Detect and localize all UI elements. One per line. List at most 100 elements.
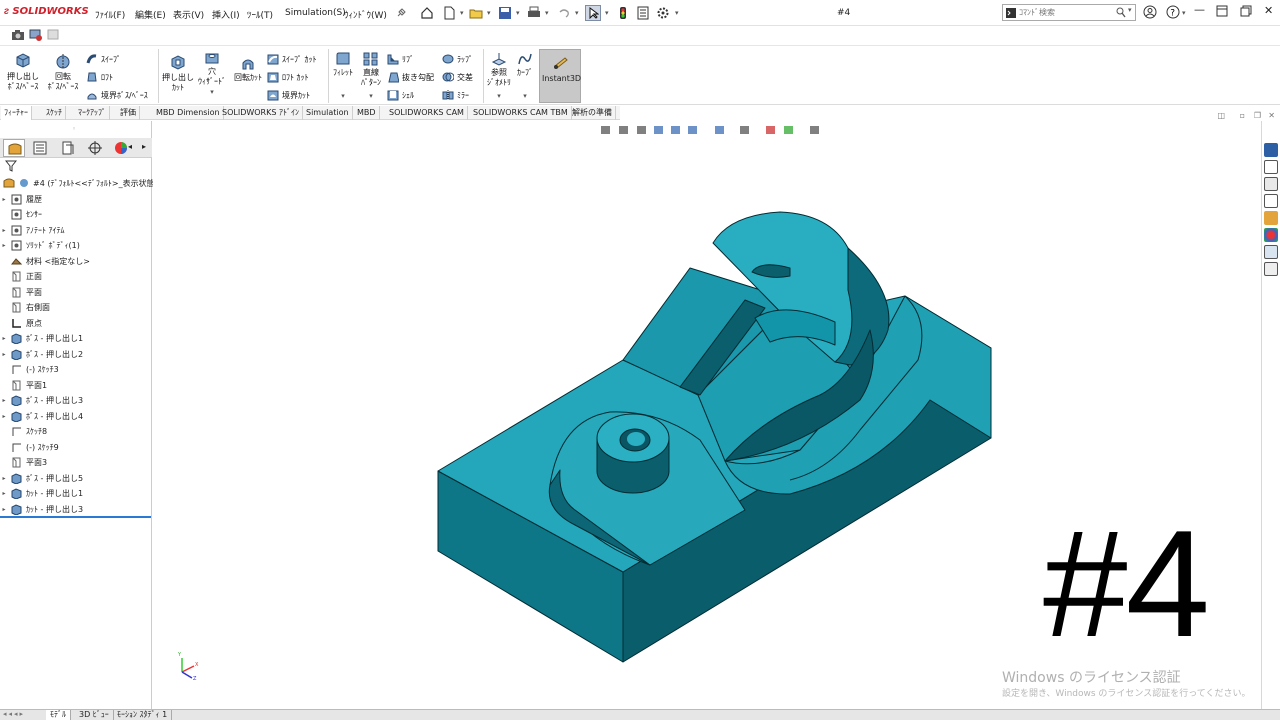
wrap-button[interactable]: ﾗｯﾌﾟ [442, 53, 473, 65]
tree-item[interactable]: ▸ ｶｯﾄ - 押し出し3 [0, 502, 83, 516]
command-search[interactable]: ▾ [1002, 4, 1136, 21]
expand-arrow-icon[interactable]: ▸ [0, 413, 8, 420]
chevron-down-icon[interactable]: ▾ [675, 9, 679, 17]
tab-scroll-arrows[interactable]: ◂◂◂▸ [3, 710, 25, 718]
instant3d-button[interactable]: Instant3D [539, 49, 581, 103]
file-explorer-icon[interactable] [1264, 194, 1278, 208]
menu-item[interactable]: ﾂｰﾙ(T) [247, 8, 273, 21]
expand-arrow-icon[interactable]: ▸ [0, 490, 8, 497]
rebuild-traffic-light-icon[interactable] [615, 5, 631, 21]
sweep-button[interactable]: ｽｲｰﾌﾟ [86, 53, 121, 65]
chevron-down-icon[interactable]: ▾ [487, 9, 491, 17]
bottom-tab[interactable]: ﾓﾃﾞﾙ [46, 710, 71, 720]
boundary-boss-button[interactable]: 境界ﾎﾞｽ/ﾍﾞｰｽ [86, 89, 148, 101]
sweep-cut-button[interactable]: ｽｲｰﾌﾟ ｶｯﾄ [267, 53, 317, 65]
tree-item[interactable]: ▸ ｿﾘｯﾄﾞ ﾎﾞﾃﾞｨ(1) [0, 239, 80, 253]
help-icon[interactable]: ? [1166, 5, 1180, 22]
file-properties-icon[interactable] [635, 5, 651, 21]
tab-command-manager[interactable]: SOLIDWORKS CAM [386, 106, 468, 120]
record-icon[interactable] [47, 29, 61, 44]
expand-arrow-icon[interactable]: ▸ [0, 196, 8, 203]
tree-item[interactable]: 原点 [0, 316, 42, 330]
tree-item[interactable]: ▸ ｱﾉﾃｰﾄ ｱｲﾃﾑ [0, 223, 65, 237]
feature-manager-tab[interactable] [3, 139, 25, 157]
tree-item[interactable]: ｾﾝｻｰ [0, 208, 42, 222]
bottom-tab[interactable]: ﾓｰｼｮﾝ ｽﾀﾃﾞｨ 1 [113, 710, 173, 720]
screen-capture-icon[interactable] [29, 29, 43, 44]
tree-item[interactable]: 平面 [0, 285, 42, 299]
home-icon[interactable] [1264, 160, 1278, 174]
tree-item[interactable]: 材料 <指定なし> [0, 254, 90, 268]
appearances-icon[interactable] [1264, 228, 1278, 242]
tree-item[interactable]: ▸ ﾎﾞｽ - 押し出し3 [0, 394, 83, 408]
tab-command-manager[interactable]: MBD [354, 106, 380, 120]
tab-command-manager[interactable]: SOLIDWORKS ｱﾄﾞｲﾝ [219, 106, 303, 120]
menu-item[interactable]: Simulation(S) [285, 8, 346, 18]
maximize-icon[interactable] [1240, 5, 1252, 20]
restore-view-icon[interactable]: ▫ [1240, 111, 1245, 120]
minimize-icon[interactable]: — [1194, 3, 1205, 16]
property-manager-tab[interactable] [33, 141, 47, 158]
expand-arrow-icon[interactable]: ▸ [0, 335, 8, 342]
tree-item[interactable]: 正面 [0, 270, 42, 284]
linear-pattern-button[interactable]: 直線 ﾊﾟﾀｰﾝ ▾ [357, 52, 385, 101]
expand-arrow-icon[interactable]: ▸ [0, 506, 8, 513]
chevron-left-icon[interactable]: ◂ [128, 142, 132, 151]
search-icon[interactable] [1116, 7, 1126, 21]
close-view-icon[interactable]: ✕ [1268, 111, 1275, 120]
menu-item[interactable]: 編集(E) [135, 8, 166, 21]
expand-arrow-icon[interactable]: ▸ [0, 242, 8, 249]
loft-button[interactable]: ﾛﾌﾄ [86, 71, 113, 83]
tree-item[interactable]: (-) ｽｹｯﾁ9 [0, 440, 59, 454]
menu-item[interactable]: ﾌｧｲﾙ(F) [95, 8, 125, 21]
menu-item[interactable]: 表示(V) [173, 8, 204, 21]
tree-item[interactable]: 平面3 [0, 456, 47, 470]
expand-arrow-icon[interactable]: ▸ [0, 351, 8, 358]
expand-arrow-icon[interactable]: ▸ [0, 397, 8, 404]
gear-icon[interactable] [655, 5, 671, 21]
expand-arrow-icon[interactable]: ▸ [0, 475, 8, 482]
mirror-button[interactable]: ﾐﾗｰ [442, 89, 469, 101]
menu-item[interactable]: 挿入(I) [212, 8, 240, 21]
tree-item[interactable]: ▸ 履歴 [0, 192, 42, 206]
dimxpert-tab[interactable] [88, 141, 102, 158]
print-icon[interactable] [526, 5, 542, 21]
shell-button[interactable]: ｼｪﾙ [387, 89, 414, 101]
chevron-right-icon[interactable]: ▸ [142, 142, 146, 151]
chevron-down-icon[interactable]: ▾ [513, 91, 537, 101]
tree-item[interactable]: ▸ ﾎﾞｽ - 押し出し5 [0, 471, 83, 485]
tab-command-manager[interactable]: MBD Dimension [153, 106, 224, 120]
tree-item[interactable]: ▸ ﾎﾞｽ - 押し出し1 [0, 332, 83, 346]
maximize-view-icon[interactable]: ❐ [1254, 111, 1261, 120]
tab-command-manager[interactable]: ﾌｨｰﾁｬｰ [1, 106, 32, 120]
draft-button[interactable]: 抜き勾配 [387, 71, 434, 83]
chevron-down-icon[interactable]: ▾ [460, 9, 464, 17]
chevron-down-icon[interactable]: ▾ [196, 87, 228, 97]
extrude-cut-button[interactable]: 押し出し ｶｯﾄ [161, 55, 195, 93]
extrude-boss-button[interactable]: 押し出し ﾎﾞｽ/ﾍﾞｰｽ [4, 52, 42, 92]
bottom-tab[interactable]: 3D ﾋﾞｭｰ [75, 710, 114, 720]
reference-geometry-button[interactable]: 参照 ｼﾞｵﾒﾄﾘ ▾ [486, 52, 512, 101]
tree-item[interactable]: 平面1 [0, 378, 47, 392]
fillet-button[interactable]: ﾌｨﾚｯﾄ ▾ [331, 52, 355, 101]
boundary-cut-button[interactable]: 境界ｶｯﾄ [267, 89, 310, 101]
select-cursor-icon[interactable] [585, 5, 601, 21]
tab-command-manager[interactable]: Simulation [303, 106, 353, 120]
chevron-down-icon[interactable]: ▾ [1182, 9, 1186, 17]
view-palette-icon[interactable] [1264, 211, 1278, 225]
chevron-down-icon[interactable]: ▾ [545, 9, 549, 17]
chevron-down-icon[interactable]: ▾ [1128, 6, 1132, 14]
tree-item[interactable]: ▸ ｶｯﾄ - 押し出し1 [0, 487, 83, 501]
user-account-icon[interactable] [1143, 5, 1157, 22]
tree-item[interactable]: ｽｹｯﾁ8 [0, 425, 47, 439]
open-folder-icon[interactable] [468, 5, 484, 21]
chevron-down-icon[interactable]: ▾ [357, 91, 385, 101]
chevron-down-icon[interactable]: ▾ [486, 91, 512, 101]
tab-command-manager[interactable]: ﾏｰｸｱｯﾌﾟ [75, 106, 110, 120]
display-manager-tab[interactable] [114, 141, 128, 158]
split-view-icon[interactable]: ◫ [1217, 111, 1225, 120]
hole-wizard-button[interactable]: 穴 ｳｨｻﾞｰﾄﾞ ▾ [196, 51, 228, 97]
rollback-bar[interactable] [0, 516, 151, 518]
pin-icon[interactable] [393, 5, 409, 21]
chevron-down-icon[interactable]: ▾ [516, 9, 520, 17]
